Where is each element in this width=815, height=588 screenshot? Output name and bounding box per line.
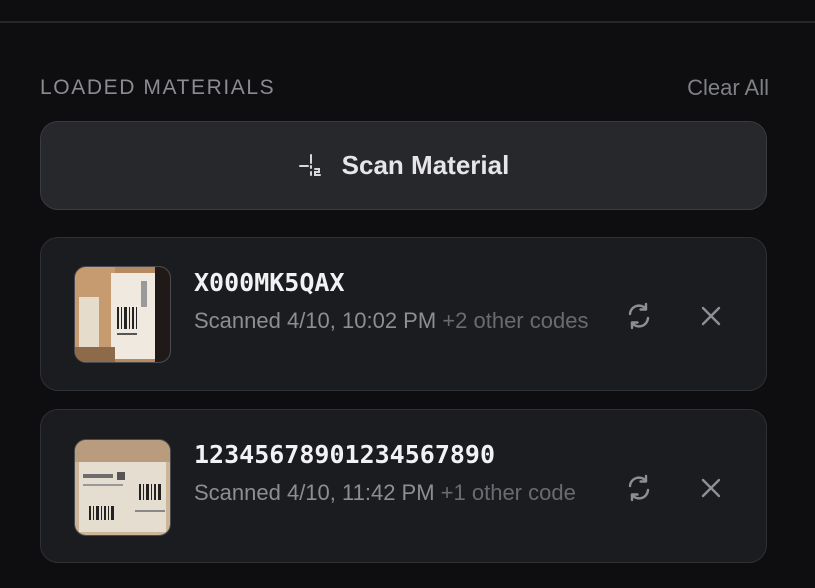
section-title: LOADED MATERIALS xyxy=(40,76,276,99)
rescan-button[interactable] xyxy=(619,468,659,508)
scan-material-label: Scan Material xyxy=(341,150,510,180)
rescan-icon xyxy=(628,302,650,330)
clear-all-button[interactable]: Clear All xyxy=(687,75,769,101)
material-thumbnail xyxy=(74,439,171,536)
close-icon xyxy=(701,306,721,326)
rescan-icon xyxy=(628,474,650,502)
material-code: X000MK5QAX xyxy=(194,268,345,297)
material-scan-info: Scanned 4/10, 11:42 PM +1 other code xyxy=(194,477,589,509)
material-scan-info: Scanned 4/10, 10:02 PM +2 other codes xyxy=(194,305,589,337)
rescan-button[interactable] xyxy=(619,296,659,336)
scan-timestamp: Scanned 4/10, 10:02 PM xyxy=(194,308,437,333)
scan-icon xyxy=(298,153,324,179)
material-card: 12345678901234567890 Scanned 4/10, 11:42… xyxy=(40,409,767,563)
other-codes-count: +2 other codes xyxy=(442,308,589,333)
material-code: 12345678901234567890 xyxy=(194,440,496,469)
scan-material-button[interactable]: Scan Material xyxy=(40,121,767,210)
top-divider xyxy=(0,21,815,23)
remove-button[interactable] xyxy=(691,468,731,508)
remove-button[interactable] xyxy=(691,296,731,336)
material-thumbnail xyxy=(74,266,171,363)
material-card: X000MK5QAX Scanned 4/10, 10:02 PM +2 oth… xyxy=(40,237,767,391)
other-codes-count: +1 other code xyxy=(440,480,576,505)
scan-timestamp: Scanned 4/10, 11:42 PM xyxy=(194,480,435,505)
section-header: LOADED MATERIALS Clear All xyxy=(40,74,769,102)
close-icon xyxy=(701,478,721,498)
